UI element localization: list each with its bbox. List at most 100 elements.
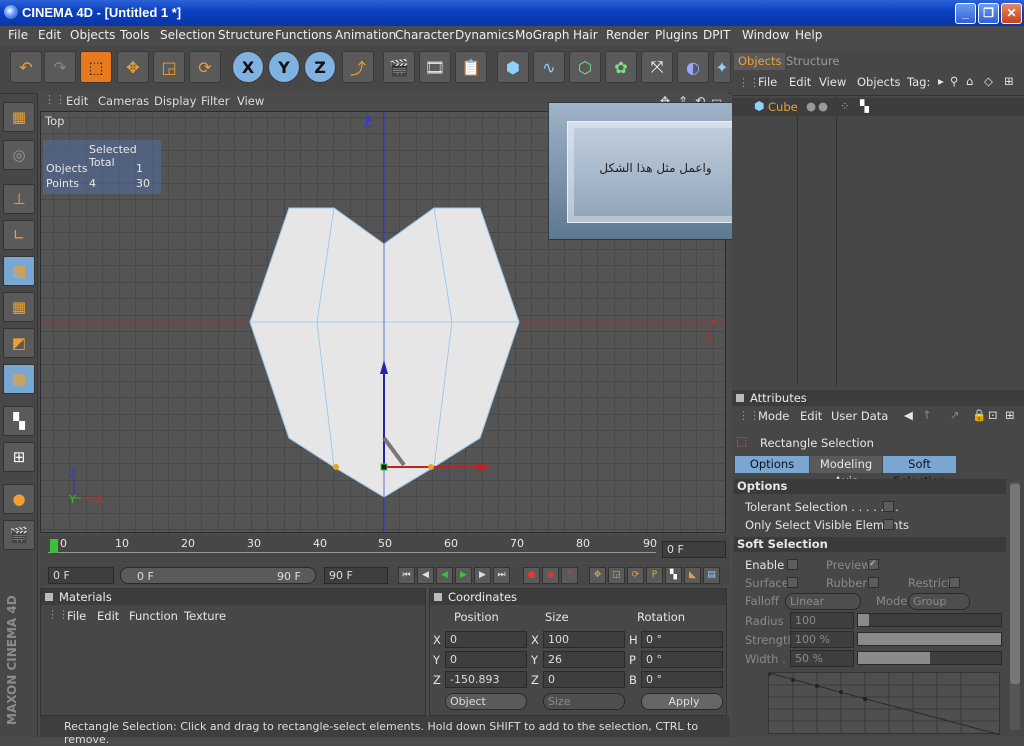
animation-mode-icon[interactable]: ▩ xyxy=(3,364,35,394)
viewport-menu-view[interactable]: View xyxy=(237,94,264,108)
menu-tools[interactable]: Tools xyxy=(120,28,150,42)
x-axis-lock-icon[interactable]: X xyxy=(232,51,264,83)
apply-button[interactable]: Apply xyxy=(641,693,723,710)
size-z-field[interactable]: 0 xyxy=(543,671,625,688)
light-icon[interactable]: ✦ xyxy=(713,51,731,83)
attributes-scrollbar[interactable] xyxy=(1010,482,1020,730)
z-axis-lock-icon[interactable]: Z xyxy=(304,51,336,83)
workplane-icon[interactable]: ⊞ xyxy=(3,442,35,472)
objects-menu-tags[interactable]: Tag: xyxy=(907,75,930,89)
rectangle-selection-icon[interactable]: ⬚ xyxy=(80,51,112,83)
polygons-mode-icon[interactable]: ◩ xyxy=(3,328,35,358)
frame-range-slider[interactable]: 0 F 90 F xyxy=(120,567,316,584)
move-tool-icon[interactable]: ✥ xyxy=(117,51,149,83)
materials-menu-texture[interactable]: Texture xyxy=(184,609,226,623)
timeline-ruler[interactable]: 0 10 20 30 40 50 60 70 80 90 0 F xyxy=(40,535,730,563)
falloff-curve-graph[interactable] xyxy=(767,672,1002,736)
materials-menu-file[interactable]: File xyxy=(67,609,86,623)
lock-icon[interactable]: 🔒 xyxy=(972,408,986,422)
texture-mode-icon[interactable]: ◎ xyxy=(3,140,35,170)
tab-soft-selection[interactable]: Soft Selection xyxy=(883,456,956,488)
menu-window[interactable]: Window xyxy=(742,28,789,42)
viewport-menu-display[interactable]: Display xyxy=(154,94,196,108)
objects-menu-objects[interactable]: Objects xyxy=(857,75,900,89)
start-frame-field[interactable]: 0 F xyxy=(48,567,114,584)
maximize-button[interactable]: ❐ xyxy=(978,3,999,24)
size-x-field[interactable]: 100 xyxy=(543,631,625,648)
size-y-field[interactable]: 26 xyxy=(543,651,625,668)
object-row-cube[interactable]: ⬢ Cube ● ● ⁘ ▚ xyxy=(732,98,1024,116)
menu-character[interactable]: Character xyxy=(395,28,454,42)
y-axis-lock-icon[interactable]: Y xyxy=(268,51,300,83)
tab-modeling-axis[interactable]: Modeling Axis xyxy=(810,456,882,488)
texture-tag-icon[interactable]: ▚ xyxy=(860,99,869,113)
attributes-menu-mode[interactable]: Mode xyxy=(758,409,789,423)
record-icon[interactable]: ● xyxy=(523,567,540,584)
record-rotation-icon[interactable]: ⟳ xyxy=(627,567,644,584)
close-button[interactable]: ✕ xyxy=(1001,3,1022,24)
materials-menu-function[interactable]: Function xyxy=(129,609,178,623)
mode-select[interactable]: Group xyxy=(908,593,970,610)
world-coordinates-icon[interactable]: ⤴ xyxy=(342,51,374,83)
menu-mograph[interactable]: MoGraph xyxy=(515,28,570,42)
scale-tool-icon[interactable]: ◲ xyxy=(153,51,185,83)
new-window-icon[interactable]: ⊞ xyxy=(1004,74,1014,88)
tolerant-selection-checkbox[interactable] xyxy=(883,501,894,512)
menu-dpit[interactable]: DPIT xyxy=(703,28,730,42)
menu-arrow-icon[interactable]: ▸ xyxy=(938,74,944,88)
eye-icon[interactable]: ◇ xyxy=(984,74,993,88)
visibility-dots-icon[interactable]: ● xyxy=(806,99,816,113)
new-window-icon[interactable]: ⊞ xyxy=(1005,408,1015,422)
array-icon[interactable]: ✿ xyxy=(605,51,637,83)
record-scale-icon[interactable]: ◲ xyxy=(608,567,625,584)
pin-icon[interactable]: ⊡ xyxy=(988,408,998,422)
pos-y-field[interactable]: 0 xyxy=(445,651,527,668)
phong-tag-icon[interactable]: ⁘ xyxy=(840,99,850,113)
menu-plugins[interactable]: Plugins xyxy=(655,28,698,42)
previous-key-icon[interactable]: ◀ xyxy=(417,567,434,584)
clapper-icon[interactable]: 🎬 xyxy=(3,520,35,550)
edit-render-icon[interactable]: ● xyxy=(3,484,35,514)
object-axis-icon[interactable]: ⊥ xyxy=(3,184,35,214)
pos-x-field[interactable]: 0 xyxy=(445,631,527,648)
strength-field[interactable]: 100 % xyxy=(790,631,854,648)
rot-p-field[interactable]: 0 ° xyxy=(641,651,723,668)
undo-icon[interactable]: ↶ xyxy=(10,51,42,83)
viewport-menu-cameras[interactable]: Cameras xyxy=(98,94,149,108)
pos-z-field[interactable]: -150.893 xyxy=(445,671,527,688)
nurbs-icon[interactable]: ⬡ xyxy=(569,51,601,83)
record-parameter-icon[interactable]: P xyxy=(646,567,663,584)
tab-objects[interactable]: Objects xyxy=(734,53,786,70)
rot-b-field[interactable]: 0 ° xyxy=(641,671,723,688)
menu-dynamics[interactable]: Dynamics xyxy=(455,28,514,42)
cube-primitive-icon[interactable]: ⬢ xyxy=(497,51,529,83)
render-settings-icon[interactable]: 📋 xyxy=(455,51,487,83)
edges-mode-icon[interactable]: ▦ xyxy=(3,292,35,322)
model-mode-icon[interactable]: ∟ xyxy=(3,220,35,250)
render-picture-viewer-icon[interactable]: 🎞 xyxy=(419,51,451,83)
redo-icon[interactable]: ↷ xyxy=(44,51,76,83)
radius-field[interactable]: 100 xyxy=(790,612,854,629)
deformer-icon[interactable]: ⤧ xyxy=(641,51,673,83)
timeline-window-icon[interactable]: ▤ xyxy=(703,567,720,584)
rotate-tool-icon[interactable]: ⟳ xyxy=(189,51,221,83)
go-to-start-icon[interactable]: ⏮ xyxy=(398,567,415,584)
interpolation-icon[interactable]: ◣ xyxy=(684,567,701,584)
back-arrow-icon[interactable]: ◀ xyxy=(904,408,913,422)
render-dots-icon[interactable]: ● xyxy=(818,99,828,113)
tab-structure[interactable]: Structure xyxy=(782,53,844,70)
search-icon[interactable]: ⚲ xyxy=(950,74,958,88)
preview-checkbox[interactable]: ✓ xyxy=(868,559,879,570)
render-view-icon[interactable]: 🎬 xyxy=(383,51,415,83)
objects-menu-file[interactable]: File xyxy=(758,75,777,89)
minimize-button[interactable]: _ xyxy=(955,3,976,24)
points-mode-icon[interactable]: ▦ xyxy=(3,256,35,286)
autokey-icon[interactable]: ◉ xyxy=(542,567,559,584)
objects-menu-view[interactable]: View xyxy=(819,75,846,89)
rubber-checkbox[interactable] xyxy=(868,577,879,588)
tab-options[interactable]: Options xyxy=(735,456,809,473)
home-icon[interactable]: ⌂ xyxy=(966,74,973,88)
menu-hair[interactable]: Hair xyxy=(573,28,598,42)
scene-object-icon[interactable]: ◐ xyxy=(677,51,709,83)
play-backwards-icon[interactable]: ◀ xyxy=(436,567,453,584)
